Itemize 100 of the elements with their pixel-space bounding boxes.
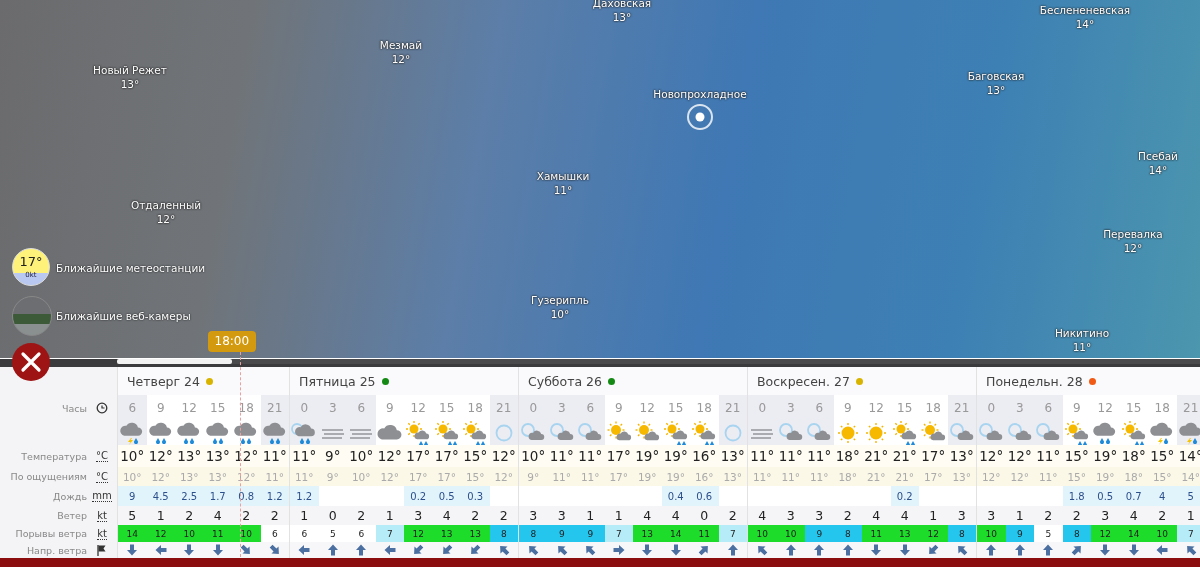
gust-cell: 13 (432, 525, 461, 542)
hour-label: 0 (987, 401, 996, 415)
feels-like-value: 19° (637, 470, 657, 483)
wind-value: 2 (471, 508, 480, 523)
gust-cell: 8 (833, 525, 862, 542)
gust-cell: 11 (690, 525, 719, 542)
hour-label: 15 (1126, 401, 1142, 415)
rain-value: 2.5 (181, 490, 198, 502)
temperature-value: 21° (864, 448, 889, 464)
feels-like-value: 11° (552, 470, 572, 483)
hour-label: 15 (897, 401, 913, 415)
wind-value: 3 (786, 508, 795, 523)
gust-cell: 12 (146, 525, 175, 542)
hour-label: 6 (128, 401, 137, 415)
gust-cell: 12 (919, 525, 948, 542)
hour-label: 18 (467, 401, 483, 415)
gust-cell-text: 5 (1044, 527, 1053, 541)
temperature-value: 13° (205, 448, 230, 464)
hour-label: 15 (439, 401, 455, 415)
town-label: Перевалка (1103, 227, 1163, 241)
weather-stations-link[interactable]: Ближайшие метеостанции (56, 262, 206, 274)
feels-like-value: 17° (923, 470, 943, 483)
hour-label: 18 (238, 401, 254, 415)
gust-cell-text: 6 (357, 527, 366, 541)
wind-value: 2 (357, 508, 366, 523)
rain-value: 0.4 (667, 490, 684, 502)
feels-like-value: 10° (122, 470, 142, 483)
temperature-value: 19° (635, 448, 660, 464)
gust-cell: 10 (232, 525, 261, 542)
town-label: Никитино (1054, 326, 1110, 340)
gust-cell-text: 5 (328, 527, 337, 541)
hour-label: 12 (410, 401, 426, 415)
wind-value: 1 (1015, 508, 1024, 523)
rain-value: 0.6 (696, 490, 713, 502)
gust-cell: 10 (1148, 525, 1177, 542)
day-title: Воскресен. 27 (757, 373, 850, 389)
hour-label: 9 (614, 401, 623, 415)
town-label: Даховская (592, 0, 652, 10)
feels-like-value: 15° (1067, 470, 1087, 483)
town-label: Баговская (967, 69, 1025, 83)
town-label: Новый Режет (93, 63, 167, 77)
wind-value: 4 (442, 508, 451, 523)
gust-cell: 8 (489, 525, 518, 542)
feels-like-value: 12° (1010, 470, 1030, 483)
feels-like-value: 12° (494, 470, 514, 483)
wind-value: 3 (957, 508, 966, 523)
feels-like-value: 10° (351, 470, 371, 483)
gust-cell: 11 (203, 525, 232, 542)
feels-like-value: 11° (265, 470, 285, 483)
wind-value: 5 (128, 508, 137, 523)
temperature-value: 10° (120, 448, 145, 464)
temperature-value: 11° (262, 448, 287, 464)
town-label: Хамышки (536, 169, 590, 183)
hour-label: 0 (758, 401, 767, 415)
feels-like-value: 19° (1095, 470, 1115, 483)
rain-value: 4 (1159, 490, 1166, 502)
wind-value: 3 (529, 508, 538, 523)
temperature-value: 11° (750, 448, 775, 464)
feels-like-value: 11° (752, 470, 772, 483)
temperature-value: 17° (434, 448, 459, 464)
wind-value: 4 (758, 508, 767, 523)
time-tooltip[interactable]: 18:00 (207, 331, 256, 352)
temperature-value: 17° (406, 448, 431, 464)
gust-cell: 14 (1119, 525, 1148, 542)
rain-value: 1.7 (209, 490, 226, 502)
temperature-value: 13° (949, 448, 974, 464)
day-title: Суббота 26 (528, 373, 602, 389)
hour-label: 21 (496, 401, 512, 415)
wind-value: 1 (586, 508, 595, 523)
webcams-link[interactable]: Ближайшие веб-камеры (56, 310, 191, 322)
rain-value: 9 (129, 490, 136, 502)
gust-cell-text: 6 (300, 527, 309, 541)
town-temperature: 13° (120, 77, 140, 91)
wind-value: 2 (843, 508, 852, 523)
temperature-value: 10° (521, 448, 546, 464)
hour-label: 0 (300, 401, 309, 415)
wind-value: 2 (1158, 508, 1167, 523)
feels-like-value: 13° (952, 470, 972, 483)
temperature-value: 10° (349, 448, 374, 464)
temperature-value: 13° (177, 448, 202, 464)
row-label: Температура (21, 450, 87, 462)
town-label: Новопрохладное (653, 87, 747, 101)
wind-value: 0 (700, 508, 709, 523)
wind-value: 2 (185, 508, 194, 523)
gust-cell: 8 (519, 525, 548, 542)
gust-cell: 14 (118, 525, 147, 542)
hour-label: 12 (639, 401, 655, 415)
feels-like-value: 11° (809, 470, 829, 483)
hour-label: 6 (357, 401, 366, 415)
rain-value: 0.7 (1125, 490, 1142, 502)
town-temperature: 11° (1072, 340, 1092, 354)
temperature-value: 9° (325, 448, 341, 464)
temperature-value: 13° (720, 448, 745, 464)
rain-value: 0.8 (238, 490, 255, 502)
row-label: По ощущениям (10, 471, 87, 482)
town-label: Отдаленный (130, 198, 202, 212)
temperature-value: 11° (549, 448, 574, 464)
hour-label: 21 (725, 401, 741, 415)
temperature-value: 12° (234, 448, 259, 464)
wind-value: 1 (929, 508, 938, 523)
